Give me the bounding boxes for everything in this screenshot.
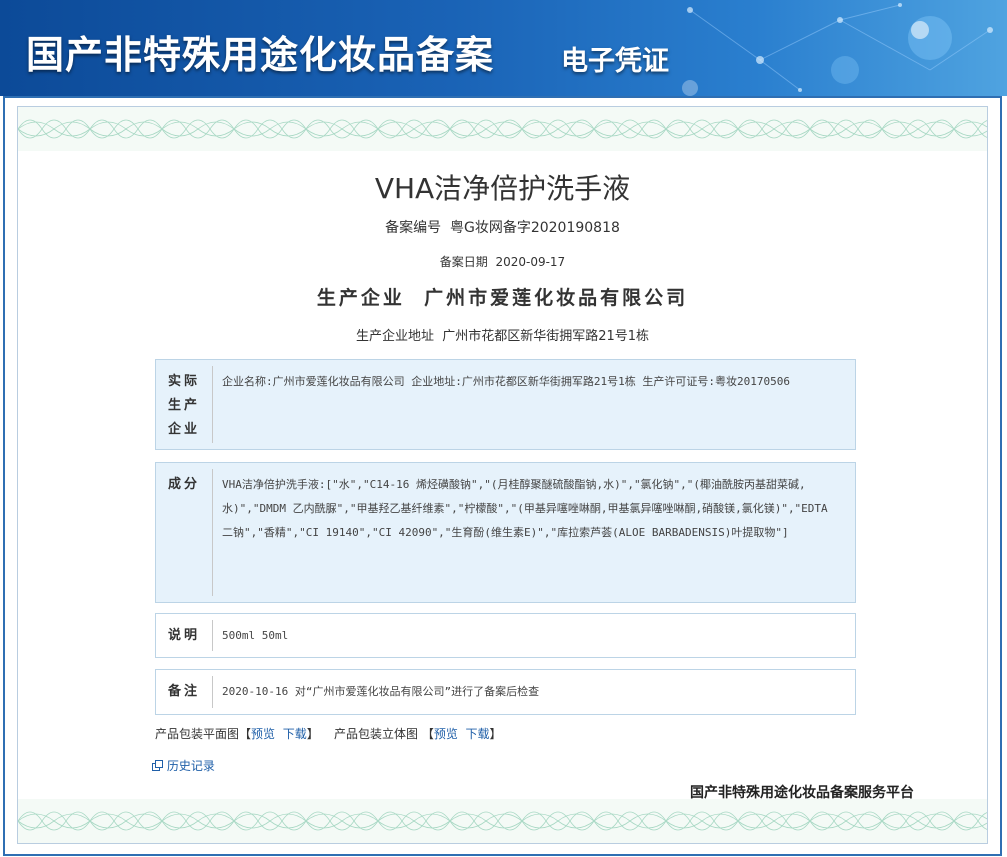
bracket: 【 <box>421 727 434 741</box>
history-link[interactable]: 历史记录 <box>152 757 215 774</box>
certificate-body: VHA洁净倍护洗手液 备案编号 粤G妆网备字2020190818 备案日期 20… <box>17 106 988 844</box>
description-label: 说明 <box>156 614 212 657</box>
registration-number-value: 粤G妆网备字2020190818 <box>449 220 620 236</box>
certificate-frame: VHA洁净倍护洗手液 备案编号 粤G妆网备字2020190818 备案日期 20… <box>3 96 1002 856</box>
guilloche-bottom <box>18 799 987 843</box>
solid-preview-link[interactable]: 预览 <box>434 727 458 741</box>
remarks-label: 备注 <box>156 670 212 714</box>
history-link-text[interactable]: 历史记录 <box>167 759 215 773</box>
description-value: 500ml 50ml <box>222 629 289 642</box>
actual-producer-row: 实际 生产 企业 企业名称:广州市爱莲化妆品有限公司 企业地址:广州市花都区新华… <box>155 359 856 450</box>
registration-date-label: 备案日期 <box>439 255 488 269</box>
registration-number: 备案编号 粤G妆网备字2020190818 <box>18 217 987 237</box>
manufacturer-address-value: 广州市花都区新华街拥军路21号1栋 <box>442 329 650 344</box>
header-banner: 国产非特殊用途化妆品备案 电子凭证 <box>0 0 1007 96</box>
label-text: 说明 <box>167 628 200 643</box>
manufacturer-name: 广州市爱莲化妆品有限公司 <box>424 287 689 309</box>
bracket: 】 <box>306 727 319 741</box>
label-line: 企业 <box>167 422 200 437</box>
flat-preview-link[interactable]: 预览 <box>251 727 275 741</box>
label-line: 生产 <box>167 398 200 413</box>
bracket: 【 <box>239 727 252 741</box>
manufacturer-address-label: 生产企业地址 <box>355 329 434 344</box>
label-line: 实际 <box>167 374 200 389</box>
solid-download-link[interactable]: 下载 <box>466 727 490 741</box>
label-text: 成分 <box>167 477 200 492</box>
row-divider <box>212 676 213 708</box>
guilloche-top <box>18 107 987 151</box>
bracket: 】 <box>489 727 502 741</box>
product-name: VHA洁净倍护洗手液 <box>374 172 631 205</box>
banner-subtitle: 电子凭证 <box>561 46 669 77</box>
manufacturer: 生产企业 广州市爱莲化妆品有限公司 <box>18 283 987 310</box>
registration-date: 备案日期 2020-09-17 <box>18 253 987 270</box>
actual-producer-label: 实际 生产 企业 <box>156 360 212 449</box>
solid-package-label: 产品包装立体图 <box>333 727 418 741</box>
package-downloads: 产品包装平面图【预览 下载】 产品包装立体图 【预览 下载】 <box>155 725 502 742</box>
row-divider <box>212 469 213 596</box>
label-text: 备注 <box>167 684 200 699</box>
ingredients-row: 成分 VHA洁净倍护洗手液:["水","C14-16 烯烃磺酸钠","(月桂醇聚… <box>155 462 856 603</box>
remarks-row: 备注 2020-10-16 对“广州市爱莲化妆品有限公司”进行了备案后检查 <box>155 669 856 715</box>
ingredients-label: 成分 <box>156 463 212 602</box>
history-icon <box>152 760 163 771</box>
row-divider <box>212 620 213 651</box>
registration-number-label: 备案编号 <box>385 220 442 236</box>
ingredients-value: VHA洁净倍护洗手液:["水","C14-16 烯烃磺酸钠","(月桂醇聚醚硫酸… <box>222 478 828 539</box>
flat-download-link[interactable]: 下载 <box>283 727 307 741</box>
manufacturer-address: 生产企业地址 广州市花都区新华街拥军路21号1栋 <box>18 325 987 344</box>
row-divider <box>212 366 213 443</box>
banner-title: 国产非特殊用途化妆品备案 <box>26 32 495 77</box>
actual-producer-value: 企业名称:广州市爱莲化妆品有限公司 企业地址:广州市花都区新华街拥军路21号1栋… <box>222 375 790 388</box>
description-row: 说明 500ml 50ml <box>155 613 856 658</box>
registration-date-value: 2020-09-17 <box>495 255 566 269</box>
manufacturer-label: 生产企业 <box>316 287 405 309</box>
remarks-value: 2020-10-16 对“广州市爱莲化妆品有限公司”进行了备案后检查 <box>222 685 540 698</box>
flat-package-label: 产品包装平面图 <box>155 727 240 741</box>
